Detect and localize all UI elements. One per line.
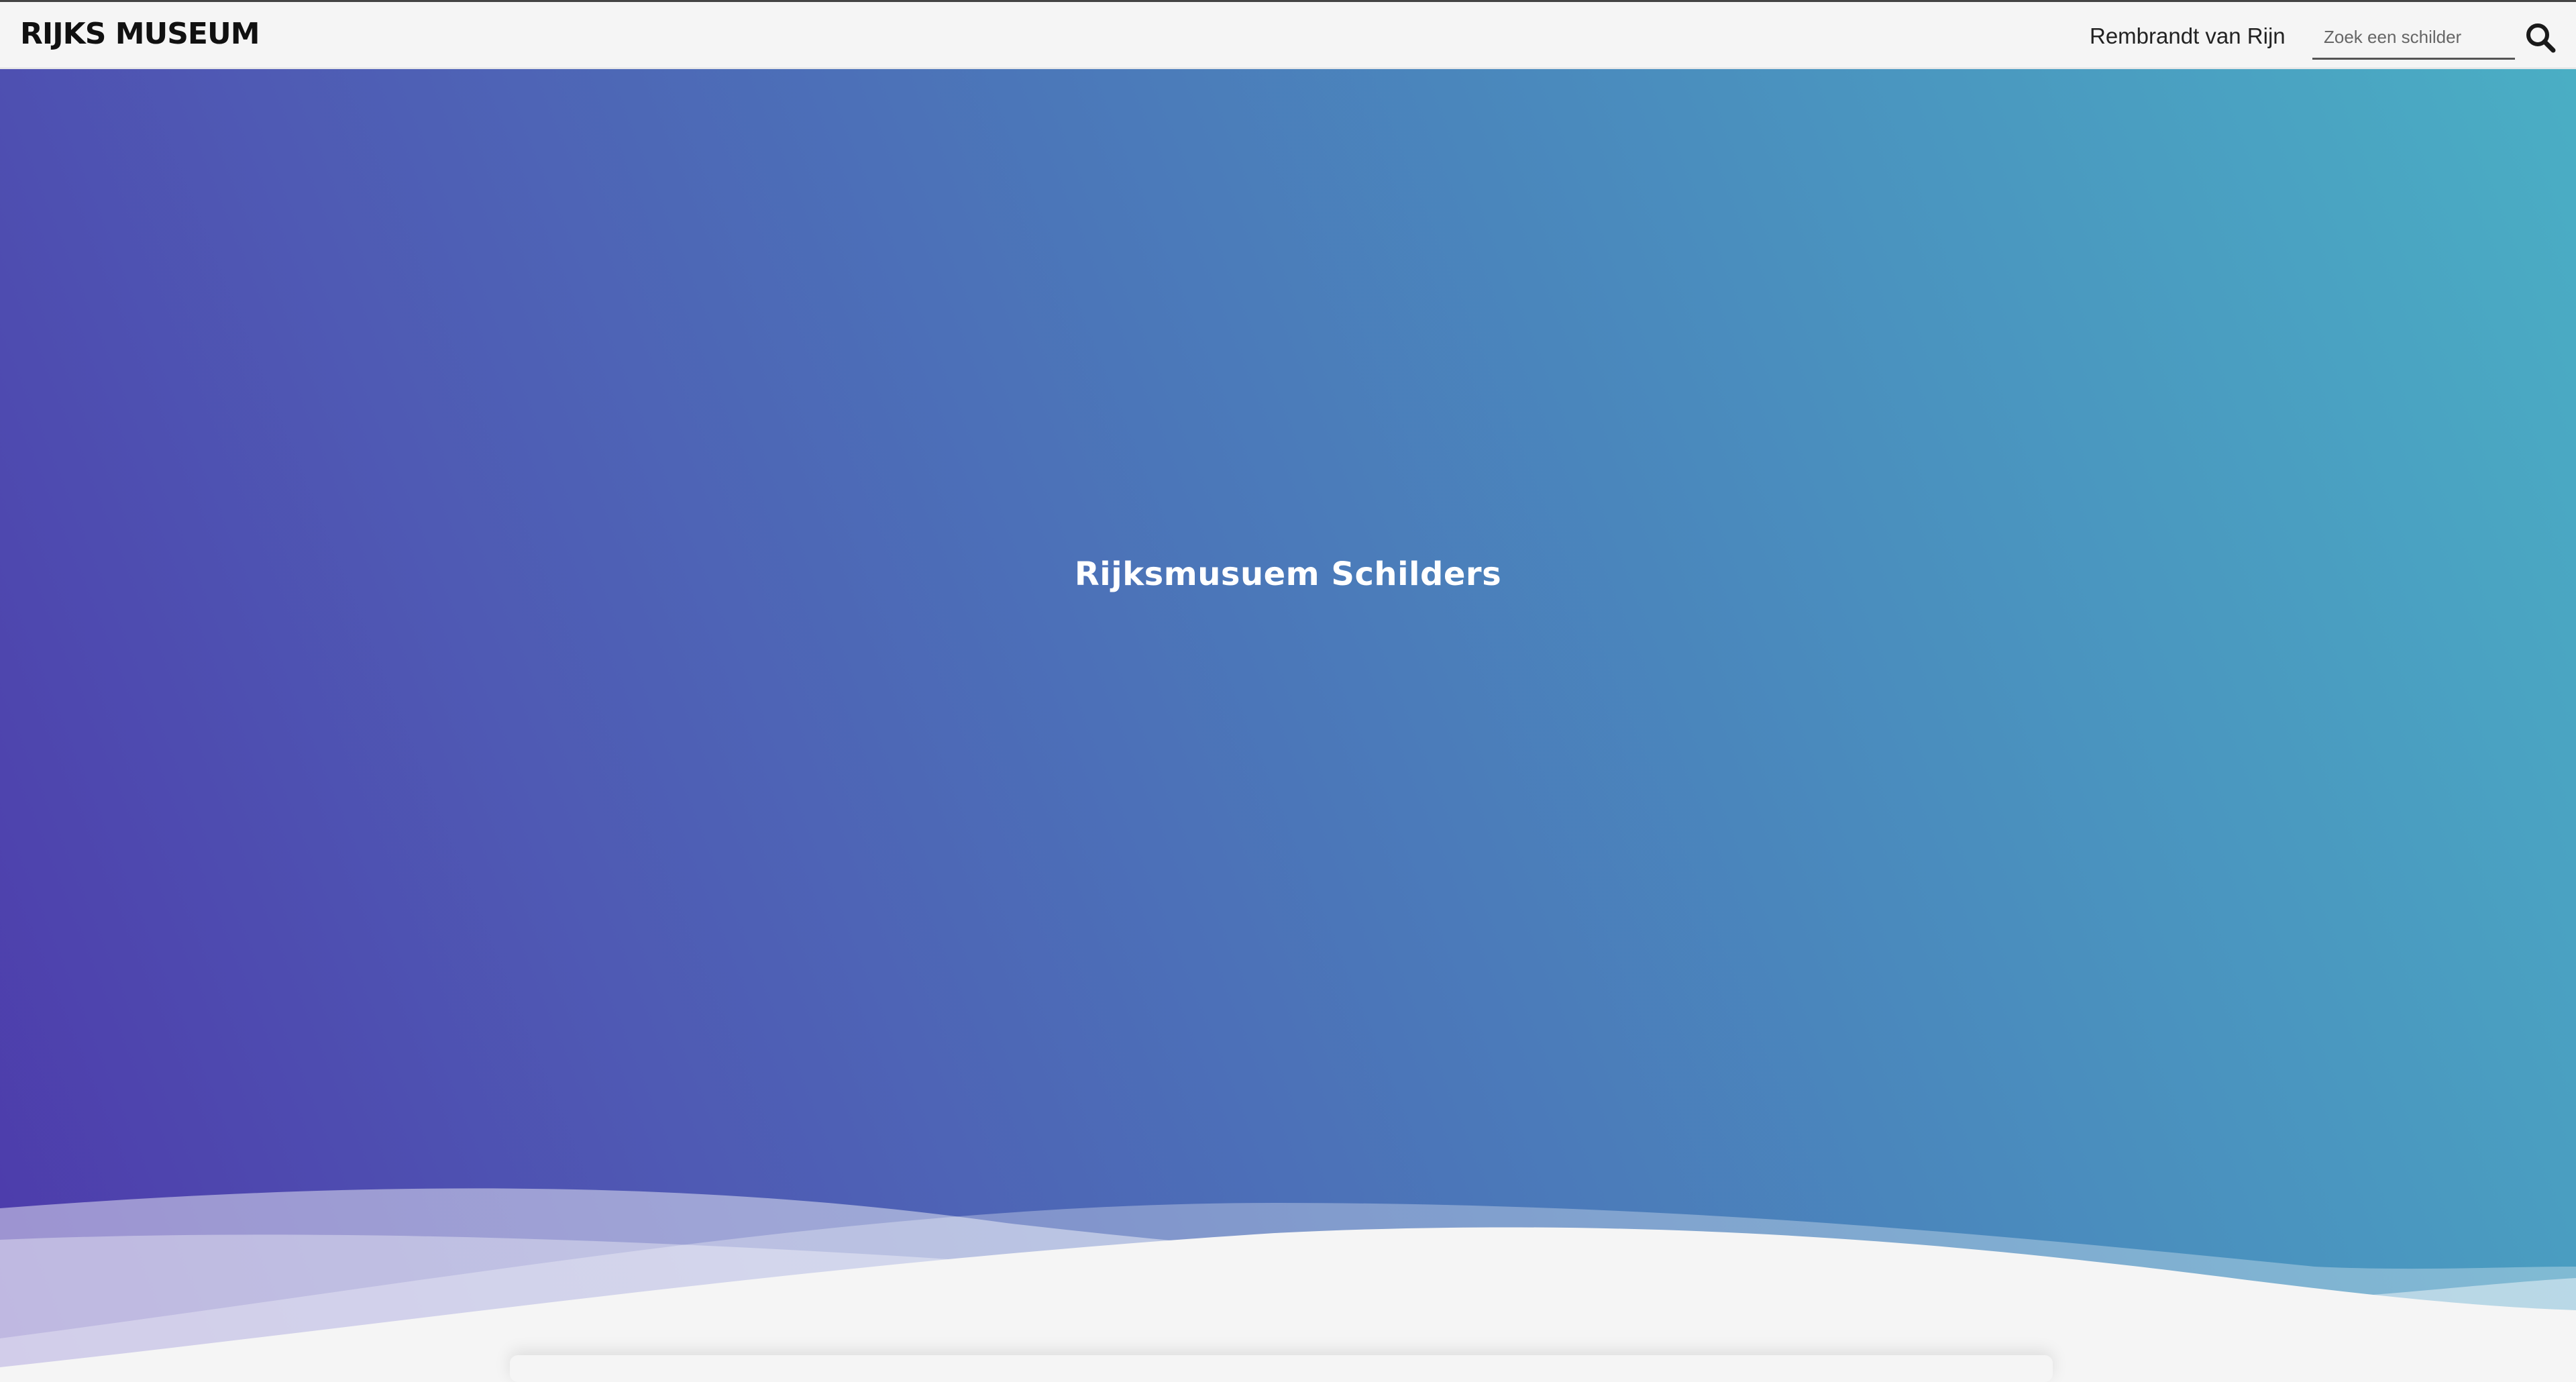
top-navbar: RIJKS MUSEUM Rembrandt van Rijn xyxy=(0,0,2576,68)
hero-title: Rijksmusuem Schilders xyxy=(1074,555,1502,593)
content-card-edge xyxy=(510,1355,2053,1382)
search-field xyxy=(2312,17,2515,60)
rijksmuseum-logo[interactable]: RIJKS MUSEUM xyxy=(20,17,260,51)
hero-wave-decoration xyxy=(0,1188,2576,1370)
hero-banner: Rijksmusuem Schilders xyxy=(0,69,2576,1370)
search-icon xyxy=(2526,23,2556,53)
search-input[interactable] xyxy=(2312,17,2515,58)
nav-link-rembrandt[interactable]: Rembrandt van Rijn xyxy=(2090,23,2286,49)
search-button[interactable] xyxy=(2522,19,2560,57)
